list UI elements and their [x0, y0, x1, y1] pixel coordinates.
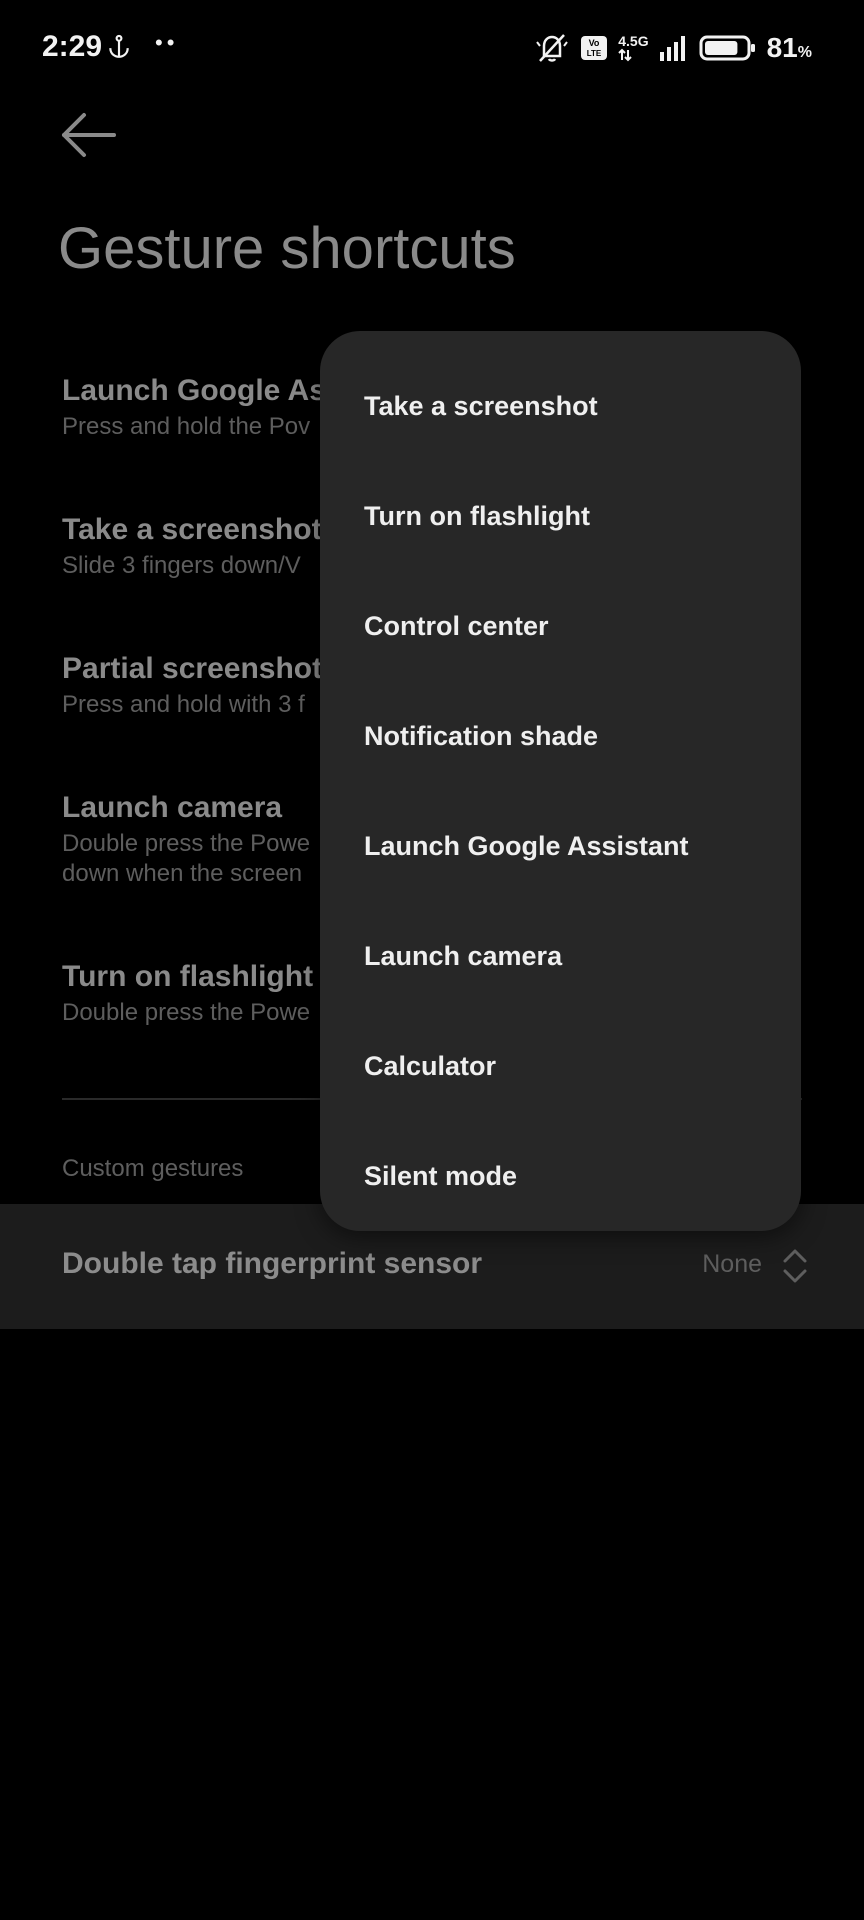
status-bar: 2:29 •• Vo LTE 4.5G 81% — [0, 0, 864, 100]
battery-percent: 81% — [766, 32, 812, 63]
menu-item-take-screenshot[interactable]: Take a screenshot — [320, 351, 801, 461]
svg-text:LTE: LTE — [587, 49, 602, 58]
shortcut-options-menu: Take a screenshot Turn on flashlight Con… — [320, 331, 801, 1231]
menu-item-control-center[interactable]: Control center — [320, 571, 801, 681]
menu-item-launch-google-assistant[interactable]: Launch Google Assistant — [320, 791, 801, 901]
menu-item-notification-shade[interactable]: Notification shade — [320, 681, 801, 791]
menu-item-calculator[interactable]: Calculator — [320, 1011, 801, 1121]
double-tap-fingerprint-label: Double tap fingerprint sensor — [62, 1247, 483, 1280]
back-arrow-icon[interactable] — [58, 108, 122, 162]
menu-item-launch-camera[interactable]: Launch camera — [320, 901, 801, 1011]
network-indicator: 4.5G — [618, 33, 649, 62]
page-title: Gesture shortcuts — [58, 216, 516, 281]
up-down-chevron-icon — [783, 1249, 807, 1283]
silent-bell-icon — [536, 34, 569, 62]
menu-item-silent-mode[interactable]: Silent mode — [320, 1121, 801, 1231]
data-arrows-icon — [618, 48, 632, 62]
signal-icon — [659, 36, 685, 61]
status-icons: Vo LTE 4.5G 81% — [534, 30, 812, 66]
status-time: 2:29 — [42, 30, 103, 63]
double-tap-fingerprint-value: None — [702, 1250, 762, 1278]
battery-icon — [699, 35, 755, 61]
status-dots: •• — [155, 30, 179, 55]
anchor-icon — [109, 34, 129, 58]
volte-icon: Vo LTE — [581, 36, 608, 60]
menu-item-turn-on-flashlight[interactable]: Turn on flashlight — [320, 461, 801, 571]
section-label-custom-gestures: Custom gestures — [62, 1155, 244, 1182]
svg-text:Vo: Vo — [589, 38, 600, 48]
network-type: 4.5G — [618, 33, 649, 49]
